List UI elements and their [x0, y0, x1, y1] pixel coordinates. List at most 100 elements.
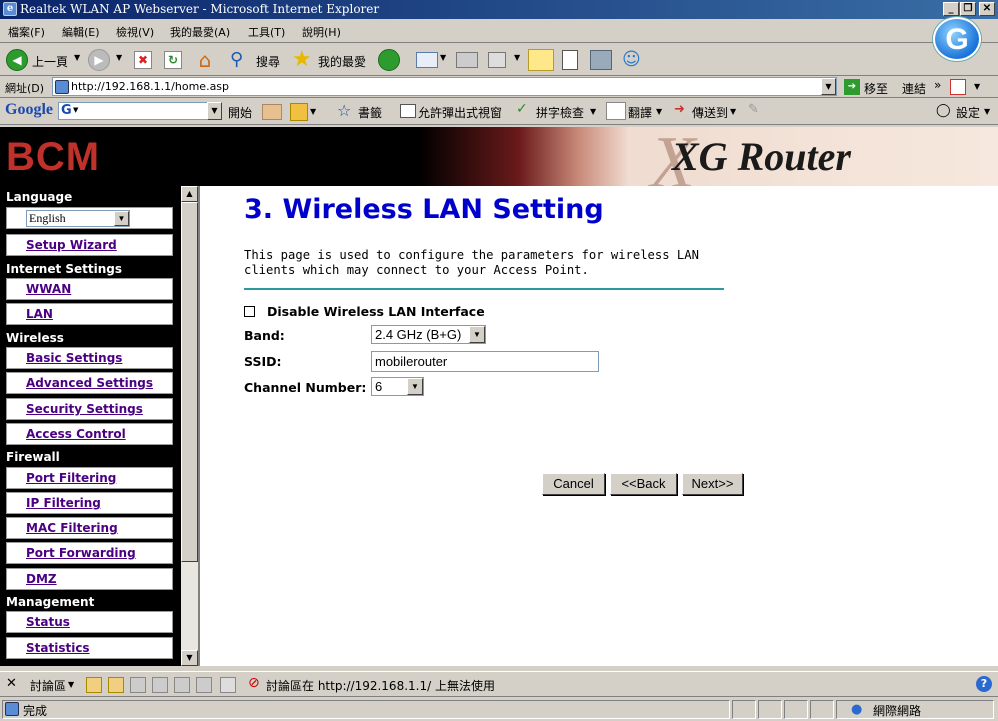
sidebar-item-port-forwarding[interactable]: Port Forwarding — [6, 542, 173, 564]
statistics-link[interactable]: Statistics — [26, 641, 90, 655]
history-icon[interactable] — [378, 49, 400, 71]
discuss-icon[interactable] — [528, 49, 554, 71]
mail-dropdown-icon[interactable]: ▼ — [440, 53, 446, 62]
search-icon[interactable]: ⚲ — [230, 49, 252, 71]
scroll-thumb[interactable] — [181, 202, 198, 562]
google-search-input[interactable]: G ▼ — [58, 102, 222, 120]
sidebar-item-setup-wizard[interactable]: Setup Wizard — [6, 234, 173, 256]
discuss-new-icon[interactable] — [86, 677, 102, 693]
spellcheck-button[interactable]: 拼字檢查 — [536, 104, 584, 121]
restore-button[interactable]: ❐ — [960, 2, 976, 16]
settings-dropdown-icon[interactable]: ▼ — [984, 107, 990, 116]
popup-blocker-icon[interactable] — [400, 104, 416, 118]
back-arrow-icon[interactable]: ◀ — [6, 49, 28, 71]
pdf-icon[interactable] — [950, 79, 966, 95]
go-button[interactable]: 移至 — [864, 80, 888, 97]
settings-button[interactable]: 設定 — [956, 104, 980, 121]
lan-link[interactable]: LAN — [26, 307, 53, 321]
settings-radio-icon[interactable]: ◯ — [936, 103, 951, 118]
status-link[interactable]: Status — [26, 615, 70, 629]
highlight-pen-icon[interactable]: ✎ — [748, 102, 759, 117]
sendto-dropdown-icon[interactable]: ▼ — [730, 107, 736, 116]
discuss-close-icon[interactable]: ✕ — [6, 676, 17, 691]
address-input[interactable]: http://192.168.1.1/home.asp — [52, 77, 837, 96]
popup-blocker-button[interactable]: 允許彈出式視窗 — [418, 104, 502, 121]
help-icon[interactable]: ? — [976, 676, 992, 692]
google-options-dropdown-icon[interactable]: ▼ — [310, 107, 316, 116]
contacts-icon[interactable]: ☺ — [622, 50, 646, 70]
language-select[interactable]: English ▼ — [26, 210, 130, 227]
discuss-dropdown-icon[interactable]: ▼ — [68, 680, 74, 689]
sidebar-item-wwan[interactable]: WWAN — [6, 278, 173, 300]
edit-dropdown-icon[interactable]: ▼ — [514, 53, 520, 62]
print-icon[interactable] — [456, 52, 478, 68]
ip-filtering-link[interactable]: IP Filtering — [26, 496, 101, 510]
discuss-collapse-icon[interactable] — [152, 677, 168, 693]
access-control-link[interactable]: Access Control — [26, 427, 126, 441]
menu-edit[interactable]: 編輯(E) — [62, 24, 100, 40]
ssid-input[interactable]: mobilerouter — [371, 351, 599, 372]
discuss-expand-icon[interactable] — [130, 677, 146, 693]
menu-favorites[interactable]: 我的最愛(A) — [170, 24, 230, 40]
edit-icon[interactable] — [488, 52, 506, 68]
pagerank-icon[interactable] — [262, 104, 282, 120]
translate-icon[interactable] — [606, 102, 626, 120]
dmz-link[interactable]: DMZ — [26, 572, 57, 586]
links-chevron-icon[interactable]: » — [934, 78, 941, 92]
disable-wlan-checkbox[interactable] — [244, 306, 255, 317]
home-icon[interactable]: ⌂ — [194, 49, 216, 71]
stop-icon[interactable]: ✖ — [134, 51, 152, 69]
basic-settings-link[interactable]: Basic Settings — [26, 351, 122, 365]
band-dropdown-icon[interactable]: ▼ — [469, 326, 485, 343]
setup-wizard-link[interactable]: Setup Wizard — [26, 238, 117, 252]
translate-dropdown-icon[interactable]: ▼ — [656, 107, 662, 116]
bookmark-star-icon[interactable]: ☆ — [337, 101, 351, 120]
advanced-settings-link[interactable]: Advanced Settings — [26, 376, 153, 390]
discuss-pane-icon[interactable] — [220, 677, 236, 693]
sidebar-item-statistics[interactable]: Statistics — [6, 637, 173, 659]
menu-help[interactable]: 說明(H) — [302, 24, 341, 40]
discuss-prev-icon[interactable] — [174, 677, 190, 693]
sidebar-item-ip-filtering[interactable]: IP Filtering — [6, 492, 173, 514]
sidebar-item-mac-filtering[interactable]: MAC Filtering — [6, 517, 173, 539]
forward-dropdown-icon[interactable]: ▼ — [116, 53, 122, 62]
sidebar-item-lan[interactable]: LAN — [6, 303, 173, 325]
scroll-down-icon[interactable]: ▼ — [181, 650, 198, 666]
sidebar-item-basic-settings[interactable]: Basic Settings — [6, 347, 173, 369]
sidebar-item-access-control[interactable]: Access Control — [6, 423, 173, 445]
google-start-button[interactable]: 開始 — [228, 104, 252, 121]
discuss-reply-icon[interactable] — [108, 677, 124, 693]
channel-dropdown-icon[interactable]: ▼ — [407, 378, 423, 395]
bookmarks-button[interactable]: 書籤 — [358, 104, 382, 121]
port-filtering-link[interactable]: Port Filtering — [26, 471, 116, 485]
sendto-button[interactable]: 傳送到 — [692, 104, 728, 121]
google-options-icon[interactable] — [290, 103, 308, 121]
sendto-icon[interactable]: ➜ — [674, 102, 685, 117]
band-select[interactable]: 2.4 GHz (B+G) ▼ — [371, 325, 486, 344]
research-icon[interactable] — [562, 50, 578, 70]
refresh-icon[interactable]: ↻ — [164, 51, 182, 69]
favorites-button[interactable]: 我的最愛 — [318, 53, 366, 70]
cancel-button[interactable]: Cancel — [542, 473, 605, 495]
sidebar-item-security-settings[interactable]: Security Settings — [6, 398, 173, 420]
minimize-button[interactable]: _ — [943, 2, 959, 16]
sidebar-item-advanced-settings[interactable]: Advanced Settings — [6, 372, 173, 394]
menu-view[interactable]: 檢視(V) — [116, 24, 154, 40]
mac-filtering-link[interactable]: MAC Filtering — [26, 521, 118, 535]
next-button[interactable]: Next>> — [682, 473, 743, 495]
close-button[interactable]: ✕ — [979, 2, 995, 16]
back-dropdown-icon[interactable]: ▼ — [74, 53, 80, 62]
back-button[interactable]: <<Back — [610, 473, 677, 495]
pdf-dropdown-icon[interactable]: ▼ — [974, 82, 980, 91]
mail-icon[interactable] — [416, 52, 438, 68]
spellcheck-icon[interactable]: ✓ — [516, 101, 528, 117]
messenger-icon[interactable] — [590, 50, 612, 70]
search-button[interactable]: 搜尋 — [256, 53, 280, 70]
google-g-dropdown-icon[interactable]: ▼ — [73, 106, 78, 114]
translate-button[interactable]: 翻譯 — [628, 104, 652, 121]
spellcheck-dropdown-icon[interactable]: ▼ — [590, 107, 596, 116]
address-dropdown-icon[interactable]: ▼ — [821, 78, 836, 95]
go-arrow-icon[interactable]: ➔ — [844, 79, 860, 95]
links-button[interactable]: 連結 — [902, 80, 926, 97]
menu-tools[interactable]: 工具(T) — [248, 24, 285, 40]
